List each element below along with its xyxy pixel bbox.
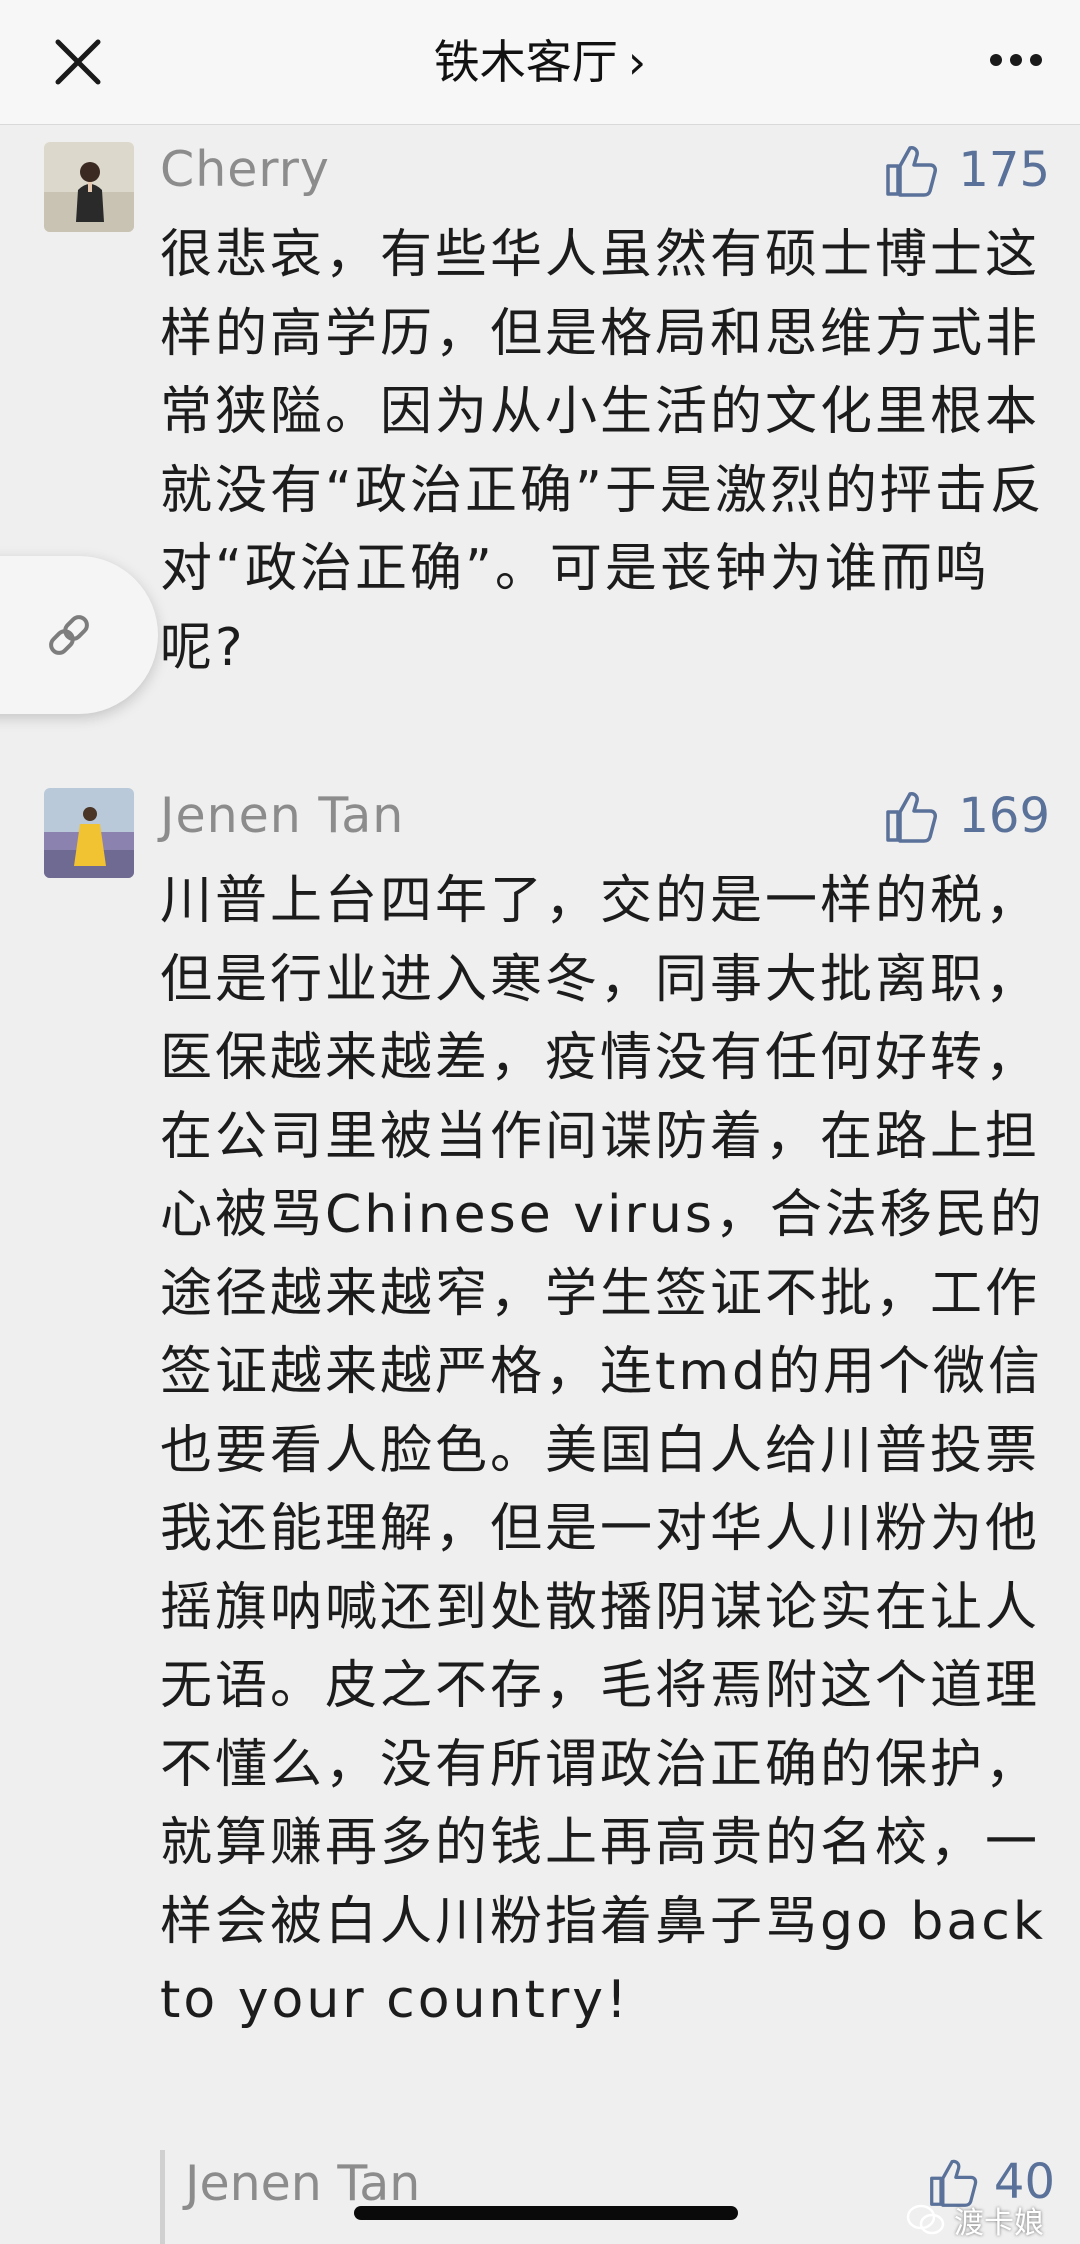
home-indicator[interactable] — [354, 2206, 738, 2220]
link-icon — [49, 615, 89, 655]
comment-nickname: Cherry — [160, 141, 330, 198]
reply-nickname: Jenen Tan — [185, 2155, 421, 2212]
account-title[interactable]: 铁木客厅 › — [0, 30, 1080, 94]
more-button[interactable] — [988, 40, 1044, 80]
copy-link-button[interactable] — [0, 556, 158, 714]
watermark: 渡卡娘 — [906, 2198, 1044, 2242]
thumbs-up-icon — [886, 792, 938, 843]
avatar-image — [44, 788, 134, 878]
like-count: 175 — [958, 142, 1050, 198]
avatar[interactable] — [44, 788, 134, 878]
thumbs-up-icon — [886, 146, 938, 197]
comment-text: 川普上台四年了，交的是一样的税，但是行业进入寒冬，同事大批离职，医保越来越差，疫… — [160, 871, 1066, 2030]
top-navigation-bar: 铁木客厅 › — [0, 0, 1080, 125]
like-button[interactable]: 169 — [884, 786, 1050, 846]
like-button[interactable]: 175 — [884, 140, 1050, 200]
account-title-text: 铁木客厅 — [433, 35, 618, 89]
more-horizontal-icon — [990, 54, 1042, 66]
avatar[interactable] — [44, 142, 134, 232]
watermark-text: 渡卡娘 — [954, 2206, 1044, 2241]
comment-nickname: Jenen Tan — [160, 787, 405, 844]
comment-text: 很悲哀，有些华人虽然有硕士博士这样的高学历，但是格局和思维方式非常狭隘。因为从小… — [160, 225, 1045, 678]
like-count: 169 — [958, 788, 1050, 844]
wechat-icon — [906, 2204, 945, 2235]
avatar-image — [44, 142, 134, 232]
chevron-right-icon: › — [627, 35, 647, 89]
